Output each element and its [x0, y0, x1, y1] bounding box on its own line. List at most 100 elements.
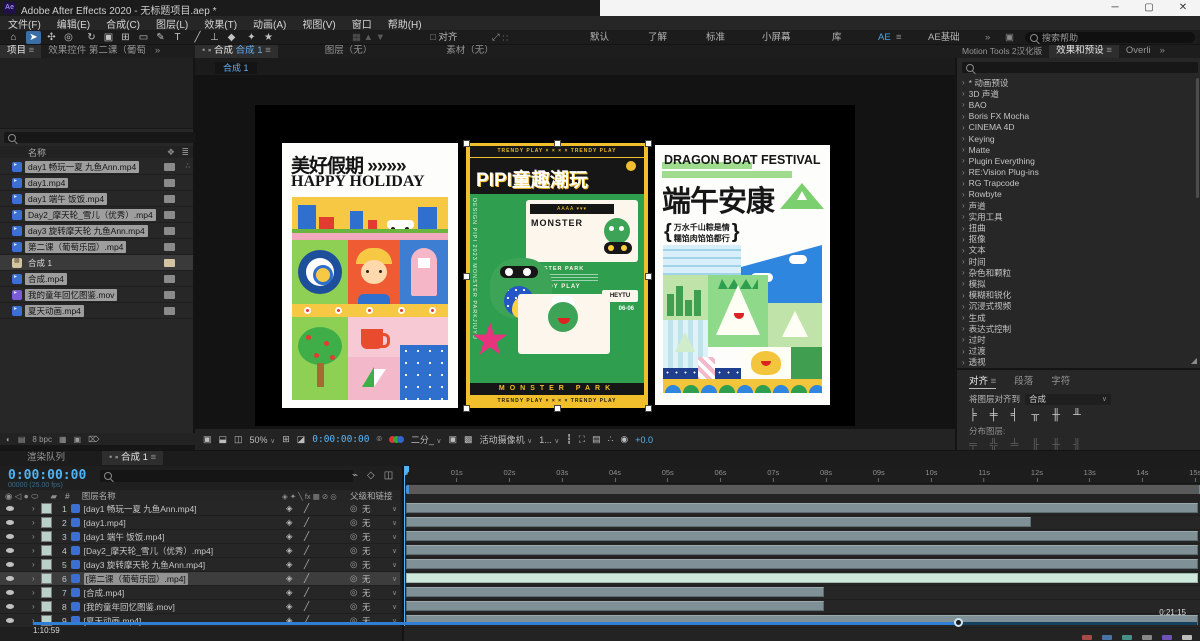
expand-arrow-icon[interactable]: ›	[962, 123, 965, 132]
fast-previews-icon[interactable]: ⛶	[579, 434, 585, 445]
timeline-layer-row[interactable]: › 5 [day3 旋转摩天轮 九鱼Ann.mp4] ◈ ╱ ◎ 无 ∨	[0, 558, 400, 572]
timeline-layer-row[interactable]: › 8 [我的童年回忆图鉴.mov] ◈ ╱ ◎ 无 ∨	[0, 600, 400, 614]
quality-switch-icon[interactable]: ◈	[286, 601, 293, 612]
quality-switch-icon[interactable]: ◈	[286, 587, 293, 598]
effects-scrollbar[interactable]	[1196, 78, 1199, 198]
timeline-layer-bar[interactable]	[406, 559, 1198, 569]
twirl-arrow-icon[interactable]: ›	[32, 532, 35, 541]
project-item[interactable]: day3 旋转摩天轮 九鱼Ann.mp4	[0, 223, 193, 239]
project-item-name[interactable]: day3 旋转摩天轮 九鱼Ann.mp4	[25, 225, 148, 237]
label-chip[interactable]	[164, 259, 175, 267]
effects-category[interactable]: › 生成	[957, 312, 1195, 323]
playhead-line[interactable]	[404, 466, 405, 626]
comp-mini-tab[interactable]: 合成 1	[215, 62, 257, 74]
maximize-button[interactable]: ▢	[1132, 0, 1166, 16]
menu-item[interactable]: 编辑(E)	[57, 16, 90, 31]
workspace-tab-library[interactable]: 库	[832, 31, 842, 44]
transparency-grid-icon[interactable]: ▩	[464, 434, 473, 445]
grid-guides-icon[interactable]: ⊞	[282, 434, 290, 445]
effects-category[interactable]: › 模拟	[957, 278, 1195, 289]
timeline-layer-row[interactable]: › 3 [day1 端午 饭饭.mp4] ◈ ╱ ◎ 无 ∨	[0, 530, 400, 544]
parent-dropdown[interactable]: 无	[362, 503, 392, 515]
quality-switch-icon[interactable]: ◈	[286, 503, 293, 514]
composition-canvas[interactable]: 美好假期 »»»» HAPPY HOLIDAY	[255, 105, 855, 426]
effects-category[interactable]: › 沉浸式视频	[957, 301, 1195, 312]
eye-icon[interactable]	[6, 576, 14, 581]
expand-arrow-icon[interactable]: ›	[962, 134, 965, 143]
poster-dragon-boat-festival[interactable]: DRAGON BOAT FESTIVAL 端午安康 { 万水千山粽是情糯馅肉馅馅…	[655, 145, 830, 405]
workspace-menu-icon[interactable]: ≡	[896, 31, 902, 44]
layer-color-chip[interactable]	[41, 503, 52, 514]
chevron-down-icon[interactable]: ∨	[392, 505, 397, 513]
composition-mini-flowchart-icon[interactable]: ⌁	[352, 470, 358, 481]
pick-whip-icon[interactable]: ◎	[350, 503, 357, 514]
roto-brush-tool-icon[interactable]: ✦	[244, 31, 259, 44]
type-tool-icon[interactable]: T	[170, 31, 185, 44]
shape-tool-icon[interactable]: ▭	[136, 31, 151, 44]
layer-color-chip[interactable]	[41, 587, 52, 598]
chevron-down-icon[interactable]: ∨	[392, 603, 397, 611]
timeline-layer-bar[interactable]	[406, 545, 1198, 555]
tab-overlight[interactable]: Overli	[1119, 44, 1158, 58]
project-item[interactable]: Day2_摩天轮_雪儿（优秀）.mp4	[0, 207, 193, 223]
align-left-button[interactable]: ╞	[969, 409, 977, 421]
project-item[interactable]: 我的童年回忆图鉴.mov	[0, 287, 193, 303]
flowchart-icon[interactable]: ∴	[608, 434, 614, 445]
effects-category[interactable]: › 透视	[957, 357, 1195, 368]
eye-icon[interactable]	[6, 520, 14, 525]
pixel-aspect-icon[interactable]: ┇	[566, 434, 571, 445]
pan-behind-tool-icon[interactable]: ⊞	[118, 31, 133, 44]
capture-icon[interactable]: ▣	[1005, 31, 1014, 44]
quality-slash-icon[interactable]: ╱	[304, 545, 309, 556]
timeline-layer-bar[interactable]	[406, 573, 1198, 583]
tab-footage[interactable]: 素材（无）	[439, 44, 501, 58]
layer-name[interactable]: [day3 旋转摩天轮 九鱼Ann.mp4]	[84, 559, 205, 571]
expand-icons[interactable]: ⤢ ∷	[492, 31, 508, 44]
timeline-layer-bar[interactable]	[406, 503, 1198, 513]
chevron-down-icon[interactable]: ∨	[392, 519, 397, 527]
workspace-tab-default[interactable]: 默认	[590, 31, 609, 44]
project-item[interactable]: 第二课（葡萄乐园）.mp4	[0, 239, 193, 255]
composition-viewport[interactable]: 美好假期 »»»» HAPPY HOLIDAY	[195, 75, 955, 428]
clone-stamp-tool-icon[interactable]: ⊥	[207, 31, 222, 44]
video-progress-bar[interactable]	[33, 622, 1197, 625]
project-item[interactable]: day1 端午 饭饭.mp4	[0, 191, 193, 207]
expand-arrow-icon[interactable]: ›	[962, 201, 965, 210]
expand-arrow-icon[interactable]: ›	[962, 190, 965, 199]
layer-color-chip[interactable]	[41, 573, 52, 584]
label-chip[interactable]	[164, 227, 175, 235]
align-to-dropdown[interactable]: 合成∨	[1025, 394, 1111, 405]
project-item[interactable]: 合成.mp4	[0, 271, 193, 287]
timeline-button-icon[interactable]: ▤	[592, 434, 601, 445]
label-chip[interactable]	[164, 307, 175, 315]
home-tool-icon[interactable]: ⌂	[6, 31, 21, 44]
zoom-tool-icon[interactable]: ◎	[61, 31, 76, 44]
expand-arrow-icon[interactable]: ›	[962, 335, 965, 344]
effects-category[interactable]: › Matte	[957, 144, 1195, 155]
chevron-down-icon[interactable]: ∨	[392, 547, 397, 555]
poster-pipi-trendy-play[interactable]: TRENDY PLAY × × × × TRENDY PLAY PIPI童趣潮玩…	[466, 143, 648, 408]
quality-slash-icon[interactable]: ╱	[304, 573, 309, 584]
menu-item[interactable]: 动画(A)	[253, 16, 286, 31]
delete-icon[interactable]: ⌦	[88, 435, 99, 444]
eye-icon[interactable]	[6, 618, 14, 623]
layer-color-chip[interactable]	[41, 601, 52, 612]
parent-dropdown[interactable]: 无	[362, 587, 392, 599]
timeline-layer-bar[interactable]	[406, 601, 824, 611]
label-chip[interactable]	[164, 195, 175, 203]
parent-dropdown[interactable]: 无	[362, 601, 392, 613]
label-chip[interactable]	[164, 291, 175, 299]
tab-timeline-comp[interactable]: • ▪ 合成 1 ≡	[102, 451, 163, 465]
quality-switch-icon[interactable]: ◈	[286, 531, 293, 542]
effects-category[interactable]: › CINEMA 4D	[957, 122, 1195, 133]
selection-tool-icon[interactable]: ➤	[26, 31, 41, 44]
align-hcenter-button[interactable]: ╪	[990, 409, 998, 421]
type-column-icon[interactable]: ≣	[181, 147, 189, 158]
resolution-dropdown[interactable]: 二分_ ∨	[411, 433, 442, 446]
always-preview-icon[interactable]: ▣	[203, 434, 212, 445]
eye-icon[interactable]	[6, 506, 14, 511]
expand-arrow-icon[interactable]: ›	[962, 291, 965, 300]
layer-color-chip[interactable]	[41, 517, 52, 528]
eye-icon[interactable]	[6, 562, 14, 567]
view-layout-dropdown[interactable]: 1... ∨	[539, 435, 559, 445]
